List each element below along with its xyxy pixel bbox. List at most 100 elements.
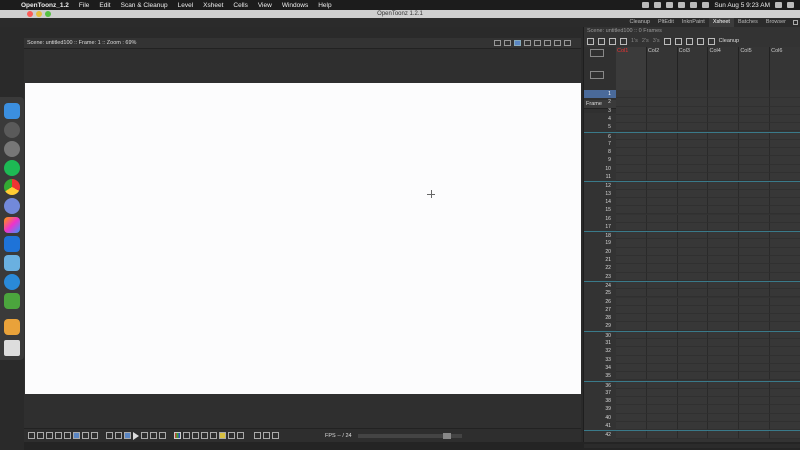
xsheet-cell[interactable] (739, 164, 771, 173)
xsheet-cell[interactable] (770, 397, 800, 406)
xsheet-cell[interactable] (708, 197, 740, 207)
xsheet-cell[interactable] (770, 289, 800, 298)
xsheet-cell[interactable] (708, 232, 740, 240)
cleanup-label[interactable]: Cleanup (719, 38, 740, 44)
xsheet-cell[interactable] (615, 297, 647, 306)
xsheet-cell[interactable] (677, 363, 709, 373)
frame-number[interactable]: 30 (584, 332, 616, 339)
frame-number[interactable]: 1 (584, 90, 616, 99)
histogram-icon[interactable] (228, 432, 235, 439)
xsheet-cell[interactable] (646, 90, 678, 99)
xsheet-cell[interactable] (615, 272, 647, 281)
frame-number[interactable]: 29 (584, 322, 616, 330)
frame-number[interactable]: 23 (584, 273, 616, 281)
system-preferences-icon[interactable] (4, 141, 20, 157)
view-mode-icon[interactable] (82, 432, 89, 439)
safe-area-icon[interactable] (494, 40, 501, 46)
xsheet-cell[interactable] (739, 214, 771, 223)
xsheet-cell[interactable] (646, 305, 678, 315)
xsheet-cell[interactable] (646, 264, 678, 273)
xsheet-cell[interactable] (708, 281, 740, 290)
xsheet-cell[interactable] (677, 197, 709, 207)
xsheet-cell[interactable] (677, 182, 709, 190)
xsheet-cell[interactable] (739, 289, 771, 298)
xsheet-cell[interactable] (708, 422, 740, 431)
xsheet-cell[interactable] (646, 256, 678, 265)
xsheet-cell[interactable] (770, 173, 800, 182)
frame-number[interactable]: 10 (584, 165, 616, 173)
rgb-channels-icon[interactable] (174, 432, 181, 439)
xsheet-cell[interactable] (708, 339, 740, 348)
battery-icon[interactable] (702, 2, 710, 8)
xsheet-cell[interactable] (615, 355, 647, 364)
xsheet-cell[interactable] (677, 123, 709, 132)
xsheet-cell[interactable] (708, 98, 740, 107)
xsheet-cell[interactable] (708, 397, 740, 406)
xsheet-cell[interactable] (615, 239, 647, 248)
xsheet-cell[interactable] (646, 139, 678, 149)
xsheet-cell[interactable] (677, 272, 709, 281)
finder-icon[interactable] (4, 103, 20, 119)
xsheet-cell[interactable] (646, 114, 678, 124)
xsheet-cell[interactable] (646, 331, 678, 339)
xsheet-cell[interactable] (708, 363, 740, 373)
xsheet-cell[interactable] (739, 256, 771, 265)
xsheet-cell[interactable] (677, 281, 709, 290)
xsheet-cell[interactable] (677, 339, 709, 348)
frame-number[interactable]: 12 (584, 182, 616, 189)
camera-column-icon[interactable] (590, 71, 604, 79)
xsheet-cell[interactable] (615, 156, 647, 165)
xsheet-cell[interactable] (646, 314, 678, 323)
frame-number[interactable]: 5 (584, 123, 616, 131)
xsheet-cell[interactable] (770, 272, 800, 281)
xsheet-cell[interactable] (770, 264, 800, 273)
step-2-button[interactable]: 2's (642, 38, 649, 44)
frame-number[interactable]: 25 (584, 289, 616, 297)
xsheet-cell[interactable] (708, 90, 740, 99)
search-icon[interactable] (775, 2, 782, 8)
trash-icon[interactable] (4, 340, 20, 356)
frame-number[interactable]: 18 (584, 232, 616, 239)
xsheet-cell[interactable] (646, 322, 678, 331)
xsheet-cell[interactable] (739, 388, 771, 398)
xsheet-cell[interactable] (615, 139, 647, 149)
frame-number[interactable]: 35 (584, 372, 616, 380)
xsheet-cell[interactable] (646, 132, 678, 140)
xsheet-cell[interactable] (677, 90, 709, 99)
xsheet-cell[interactable] (708, 139, 740, 149)
frame-number[interactable]: 19 (584, 239, 616, 247)
xsheet-cell[interactable] (770, 148, 800, 157)
xsheet-cell[interactable] (615, 305, 647, 315)
flip-icon[interactable] (28, 432, 35, 439)
xsheet-cell[interactable] (677, 322, 709, 331)
camera-icon[interactable] (46, 432, 53, 439)
xsheet-cell[interactable] (615, 431, 647, 439)
menu-app[interactable]: OpenToonz_1.2 (16, 2, 74, 9)
xsheet-cell[interactable] (770, 232, 800, 240)
xsheet-cell[interactable] (708, 222, 740, 232)
frame-number[interactable]: 4 (584, 115, 616, 123)
xsheet-cell[interactable] (770, 197, 800, 207)
xsheet-cell[interactable] (615, 247, 647, 256)
xsheet-cell[interactable] (646, 197, 678, 207)
xsheet-cell[interactable] (708, 405, 740, 414)
green-channel-icon[interactable] (192, 432, 199, 439)
xsheet-cell[interactable] (677, 422, 709, 431)
frame-number[interactable]: 22 (584, 264, 616, 272)
xsheet-cell[interactable] (677, 132, 709, 140)
xsheet-cell[interactable] (615, 264, 647, 273)
xsheet-cell[interactable] (770, 355, 800, 364)
xsheet-cell[interactable] (646, 232, 678, 240)
xsheet-cell[interactable] (615, 232, 647, 240)
xsheet-cell[interactable] (708, 189, 740, 198)
xsheet-cell[interactable] (646, 247, 678, 256)
random-icon[interactable] (685, 37, 693, 45)
wifi-icon[interactable] (678, 2, 686, 8)
menu-file[interactable]: File (74, 2, 94, 9)
spotify-icon[interactable] (4, 160, 20, 176)
archive-icon[interactable] (4, 319, 20, 335)
xsheet-cell[interactable] (615, 397, 647, 406)
launchpad-icon[interactable] (4, 122, 20, 138)
last-frame-icon[interactable] (159, 432, 166, 439)
xsheet-cell[interactable] (739, 106, 771, 115)
